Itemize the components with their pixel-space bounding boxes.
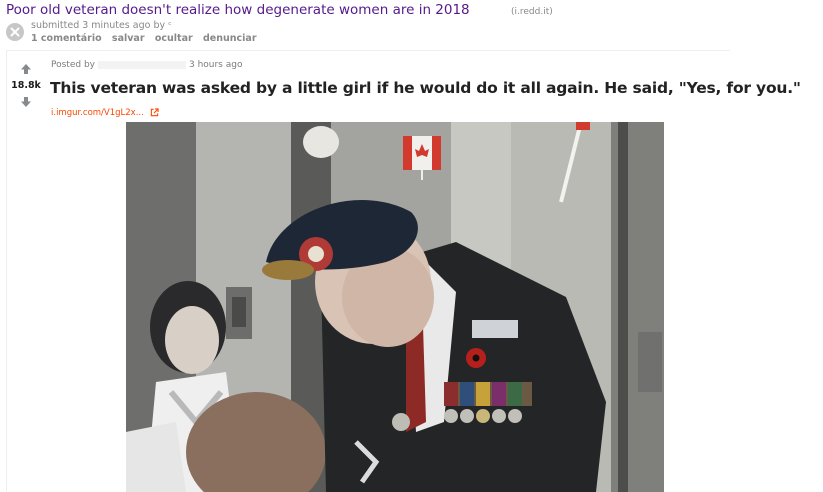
posted-by-line: Posted by 3 hours ago — [51, 60, 242, 70]
report-button[interactable]: denunciar — [203, 33, 257, 44]
post-photo[interactable] — [126, 122, 664, 492]
posted-by-label: Posted by — [51, 60, 95, 70]
external-link-text[interactable]: i.imgur.com/V1gL2x... — [51, 108, 144, 118]
redacted-username — [97, 60, 186, 69]
hide-button[interactable]: ocultar — [155, 33, 193, 44]
submitted-text: submitted 3 minutes ago by — [31, 20, 166, 31]
comments-button[interactable]: 1 comentário — [31, 33, 102, 44]
external-link[interactable]: i.imgur.com/V1gL2x... — [51, 108, 159, 118]
downvote-icon[interactable] — [20, 96, 32, 108]
upvote-icon[interactable] — [20, 63, 32, 75]
post-title-link[interactable]: Poor old veteran doesn't realize how deg… — [6, 2, 470, 18]
post-time: 3 hours ago — [188, 60, 243, 70]
post-tagline: submitted 3 minutes ago by ᶜ — [31, 20, 172, 31]
external-link-icon — [150, 108, 159, 117]
save-button[interactable]: salvar — [112, 33, 145, 44]
post-actions: 1 comentário salvar ocultar denunciar — [31, 33, 264, 44]
embedded-post: 18.8k Posted by 3 hours ago This veteran … — [6, 50, 801, 492]
vote-score: 18.8k — [11, 80, 41, 91]
author-link[interactable]: ᶜ — [168, 20, 172, 31]
embedded-post-title[interactable]: This veteran was asked by a little girl … — [50, 79, 801, 97]
old-reddit-post: Poor old veteran doesn't realize how deg… — [0, 0, 823, 50]
close-icon[interactable] — [6, 23, 24, 41]
post-domain[interactable]: (i.redd.it) — [511, 7, 553, 17]
